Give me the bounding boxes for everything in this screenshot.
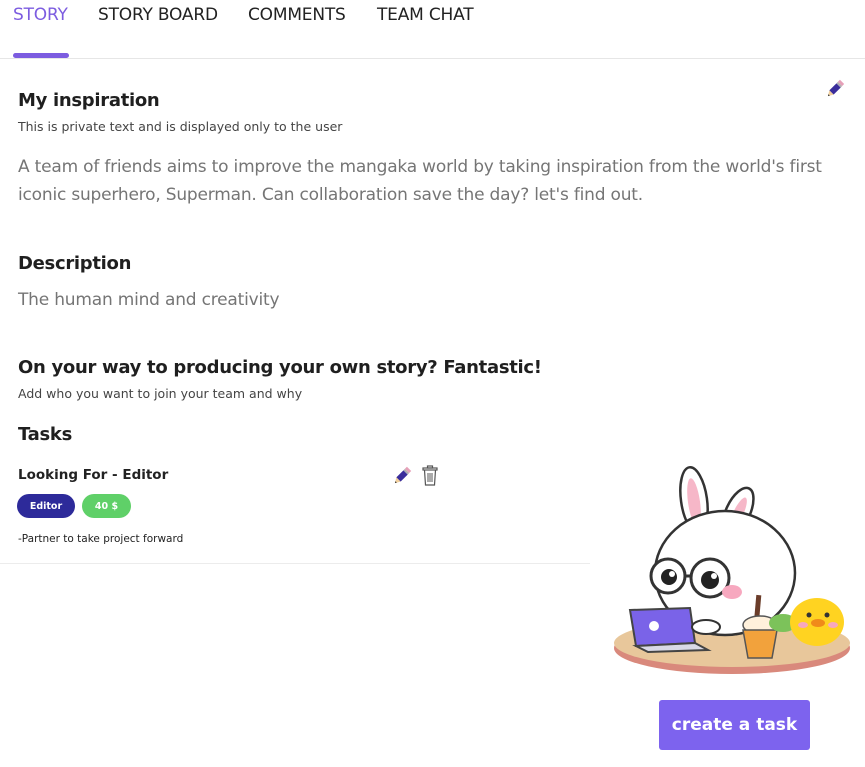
create-task-button[interactable]: create a task — [659, 700, 810, 750]
tab-story-board[interactable]: STORY BOARD — [98, 5, 218, 25]
description-text: The human mind and creativity — [18, 290, 280, 310]
pencil-icon[interactable] — [390, 464, 414, 492]
tab-team-chat[interactable]: TEAM CHAT — [377, 5, 474, 25]
role-badge: Editor — [17, 494, 75, 518]
tab-story[interactable]: STORY — [13, 5, 68, 25]
price-badge: 40 $ — [82, 494, 131, 518]
inspiration-title: My inspiration — [18, 90, 160, 111]
task-note: -Partner to take project forward — [18, 533, 184, 545]
task-title: Looking For - Editor — [18, 467, 169, 483]
inspiration-subtitle: This is private text and is displayed on… — [18, 119, 343, 134]
active-tab-indicator — [13, 53, 69, 58]
team-title: On your way to producing your own story?… — [18, 357, 542, 378]
tab-bar: STORY STORY BOARD COMMENTS TEAM CHAT — [0, 0, 865, 59]
task-divider — [0, 563, 590, 564]
description-title: Description — [18, 253, 132, 274]
tab-comments[interactable]: COMMENTS — [248, 5, 346, 25]
inspiration-text: A team of friends aims to improve the ma… — [18, 157, 822, 205]
pencil-icon[interactable] — [823, 77, 847, 105]
team-subtitle: Add who you want to join your team and w… — [18, 386, 303, 401]
tasks-title: Tasks — [18, 424, 73, 445]
bunny-laptop-illustration — [610, 460, 860, 694]
trash-icon[interactable] — [421, 465, 439, 491]
